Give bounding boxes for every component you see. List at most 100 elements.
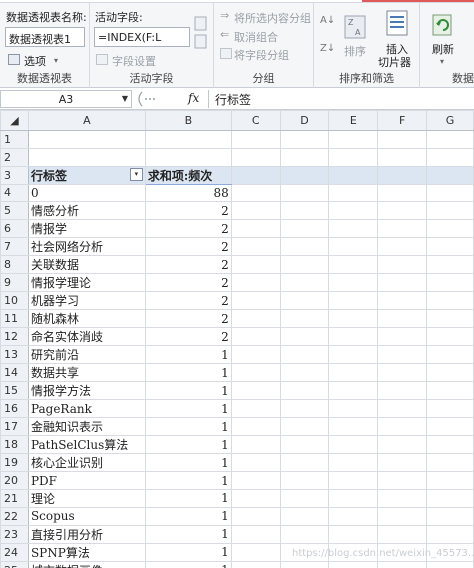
empty-cell[interactable] [230,309,281,329]
empty-cell[interactable] [377,327,428,347]
insert-function-icon[interactable]: fx [188,91,199,105]
empty-cell[interactable] [426,130,474,149]
empty-cell[interactable] [377,435,428,455]
row-header[interactable]: 3 [0,165,29,185]
row-header[interactable]: 11 [0,309,29,329]
empty-cell[interactable] [279,488,330,508]
column-header[interactable]: A [27,110,146,131]
cell-a[interactable]: 随机森林 [27,309,146,329]
empty-cell[interactable] [328,560,379,568]
cell-b[interactable]: 1 [144,417,232,437]
empty-cell[interactable] [279,524,330,544]
empty-cell[interactable] [279,560,330,568]
row-header[interactable]: 8 [0,255,29,275]
empty-cell[interactable] [279,453,330,473]
cell-b[interactable]: 1 [144,471,232,490]
empty-cell[interactable] [328,309,379,329]
options-button[interactable]: 选项 [24,53,46,69]
select-all-corner[interactable]: ◢ [0,110,29,131]
cell-a[interactable]: 城市数据画像 [27,560,146,568]
formula-input[interactable]: 行标签 [208,90,474,108]
empty-cell[interactable] [377,309,428,329]
empty-cell[interactable] [426,147,474,167]
refresh-icon[interactable] [430,11,456,39]
cell-b[interactable]: 1 [144,488,232,508]
cell-a[interactable]: SPNP算法 [27,542,146,562]
group-selection-button[interactable]: 将所选内容分组 [234,10,311,26]
sort-icon[interactable]: Z A [342,13,368,41]
empty-cell[interactable] [230,273,281,293]
empty-cell[interactable] [328,471,379,490]
sort-asc-icon[interactable]: A↓ [320,15,335,26]
row-header[interactable]: 9 [0,273,29,293]
empty-cell[interactable] [377,471,428,490]
empty-cell[interactable] [328,147,379,167]
cell-a[interactable]: 关联数据 [27,255,146,275]
cell-b[interactable]: 2 [144,327,232,347]
cell-a[interactable]: 金融知识表示 [27,417,146,437]
empty-cell[interactable] [279,147,330,167]
empty-cell[interactable] [377,147,428,167]
field-settings-button[interactable]: 字段设置 [112,53,156,69]
cell-b[interactable] [144,130,232,149]
empty-cell[interactable] [328,183,379,203]
empty-cell[interactable] [328,201,379,221]
row-header[interactable]: 15 [0,381,29,401]
empty-cell[interactable] [230,201,281,221]
chevron-down-icon[interactable]: ▾ [54,56,58,65]
empty-cell[interactable] [377,524,428,544]
row-header[interactable]: 16 [0,399,29,419]
row-header[interactable]: 24 [0,542,29,562]
empty-cell[interactable] [426,309,474,329]
row-header[interactable]: 6 [0,219,29,239]
empty-cell[interactable] [279,345,330,365]
empty-cell[interactable] [426,471,474,490]
empty-cell[interactable] [230,130,281,149]
empty-cell[interactable] [230,345,281,365]
ungroup-button[interactable]: 取消组合 [234,29,278,45]
row-labels-header[interactable]: 行标签 ▾ [27,165,146,185]
empty-cell[interactable] [328,506,379,526]
empty-cell[interactable] [230,506,281,526]
cell-a[interactable]: 0 [27,183,146,203]
empty-cell[interactable] [377,345,428,365]
cell-a[interactable]: 机器学习 [27,291,146,311]
empty-cell[interactable] [328,130,379,149]
empty-cell[interactable] [377,560,428,568]
cell-a[interactable]: 情报学 [27,219,146,239]
empty-cell[interactable] [230,381,281,401]
name-box[interactable]: A3 [0,90,132,108]
empty-cell[interactable] [328,327,379,347]
group-field-button[interactable]: 将字段分组 [234,47,289,63]
empty-cell[interactable] [328,345,379,365]
empty-cell[interactable] [279,417,330,437]
empty-cell[interactable] [377,130,428,149]
empty-cell[interactable] [377,363,428,383]
empty-cell[interactable] [230,165,281,185]
empty-cell[interactable] [230,291,281,311]
empty-cell[interactable] [377,201,428,221]
cell-a[interactable]: 直接引用分析 [27,524,146,544]
cell-b[interactable]: 1 [144,560,232,568]
cell-a[interactable] [27,130,146,149]
empty-cell[interactable] [426,201,474,221]
row-header[interactable]: 4 [0,183,29,203]
empty-cell[interactable] [377,506,428,526]
empty-cell[interactable] [328,237,379,257]
empty-cell[interactable] [377,219,428,239]
cell-b[interactable]: 1 [144,453,232,473]
empty-cell[interactable] [426,255,474,275]
cell-b[interactable] [144,147,232,167]
empty-cell[interactable] [230,147,281,167]
empty-cell[interactable] [328,291,379,311]
column-header[interactable]: B [144,110,232,131]
column-header[interactable]: G [426,110,474,131]
expand-collapse-icon[interactable] [194,15,208,51]
chevron-down-icon[interactable]: ▼ [118,90,132,108]
empty-cell[interactable] [328,363,379,383]
empty-cell[interactable] [328,255,379,275]
row-header[interactable]: 20 [0,471,29,490]
empty-cell[interactable] [328,488,379,508]
empty-cell[interactable] [328,219,379,239]
empty-cell[interactable] [279,183,330,203]
